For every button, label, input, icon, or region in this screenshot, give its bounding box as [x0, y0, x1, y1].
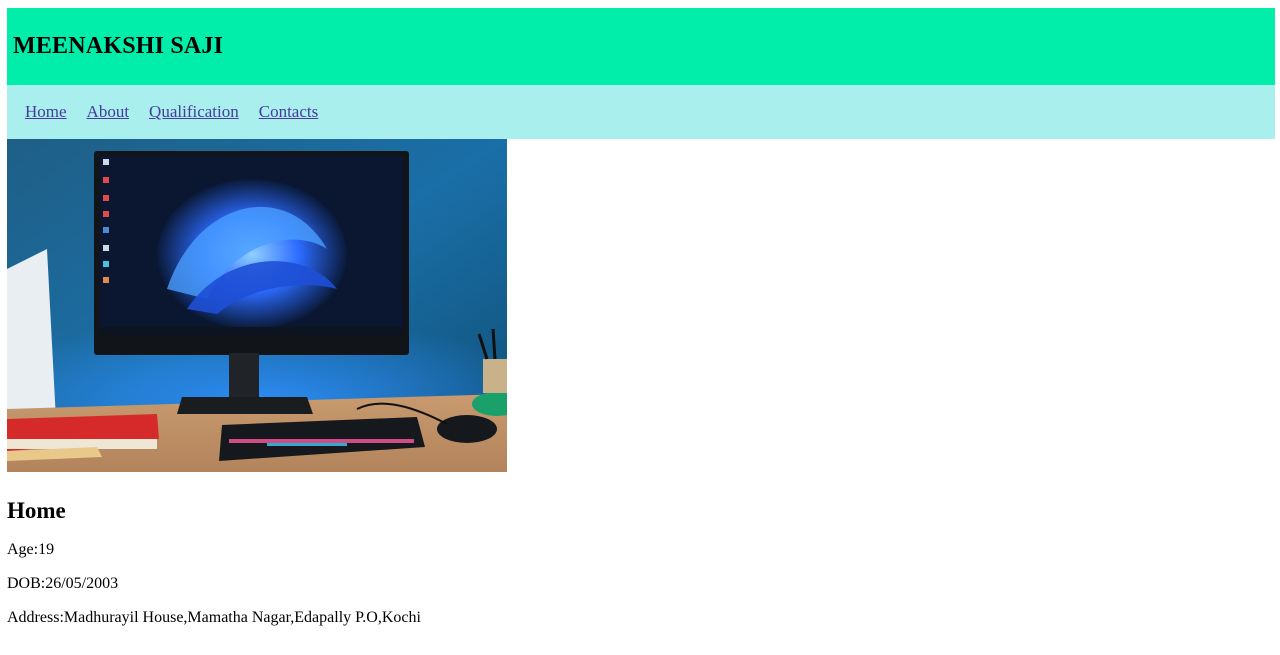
age-text: Age:19 [7, 541, 55, 558]
section-heading: Home [7, 498, 66, 523]
nav-link-contacts[interactable]: Contacts [259, 102, 319, 122]
site-title: MEENAKSHI SAJI [13, 33, 224, 59]
nav-bar: Home About Qualification Contacts [7, 85, 1275, 139]
site-header: MEENAKSHI SAJI [7, 8, 1275, 85]
nav-link-home[interactable]: Home [25, 102, 67, 122]
dob-text: DOB:26/05/2003 [7, 575, 119, 592]
nav-link-qualification[interactable]: Qualification [149, 102, 239, 122]
main-content: Home Age:19 DOB:26/05/2003 Address:Madhu… [7, 498, 1275, 627]
hero-image [7, 139, 507, 472]
page: MEENAKSHI SAJI Home About Qualification … [7, 8, 1275, 627]
address-text: Address:Madhurayil House,Mamatha Nagar,E… [7, 609, 421, 626]
nav-link-about[interactable]: About [87, 102, 130, 122]
